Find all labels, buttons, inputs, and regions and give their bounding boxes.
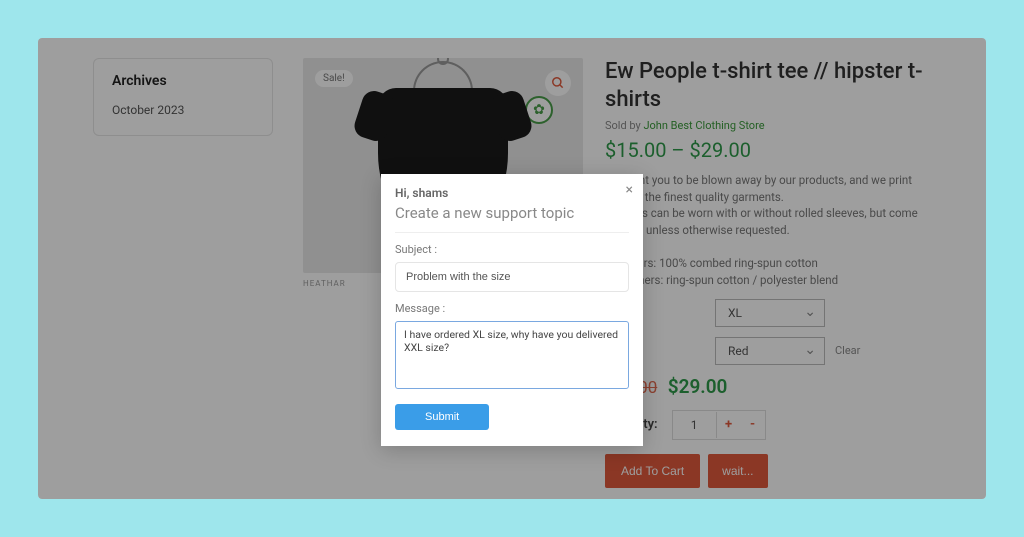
submit-button[interactable]: Submit	[395, 404, 489, 430]
close-icon[interactable]: ×	[626, 182, 633, 198]
modal-greeting: Hi, shams	[395, 186, 629, 200]
message-textarea[interactable]	[395, 321, 629, 389]
support-modal: × Hi, shams Create a new support topic S…	[381, 174, 643, 446]
modal-title: Create a new support topic	[395, 204, 629, 233]
subject-label: Subject :	[395, 243, 629, 256]
subject-input[interactable]	[395, 262, 629, 292]
message-label: Message :	[395, 302, 629, 315]
